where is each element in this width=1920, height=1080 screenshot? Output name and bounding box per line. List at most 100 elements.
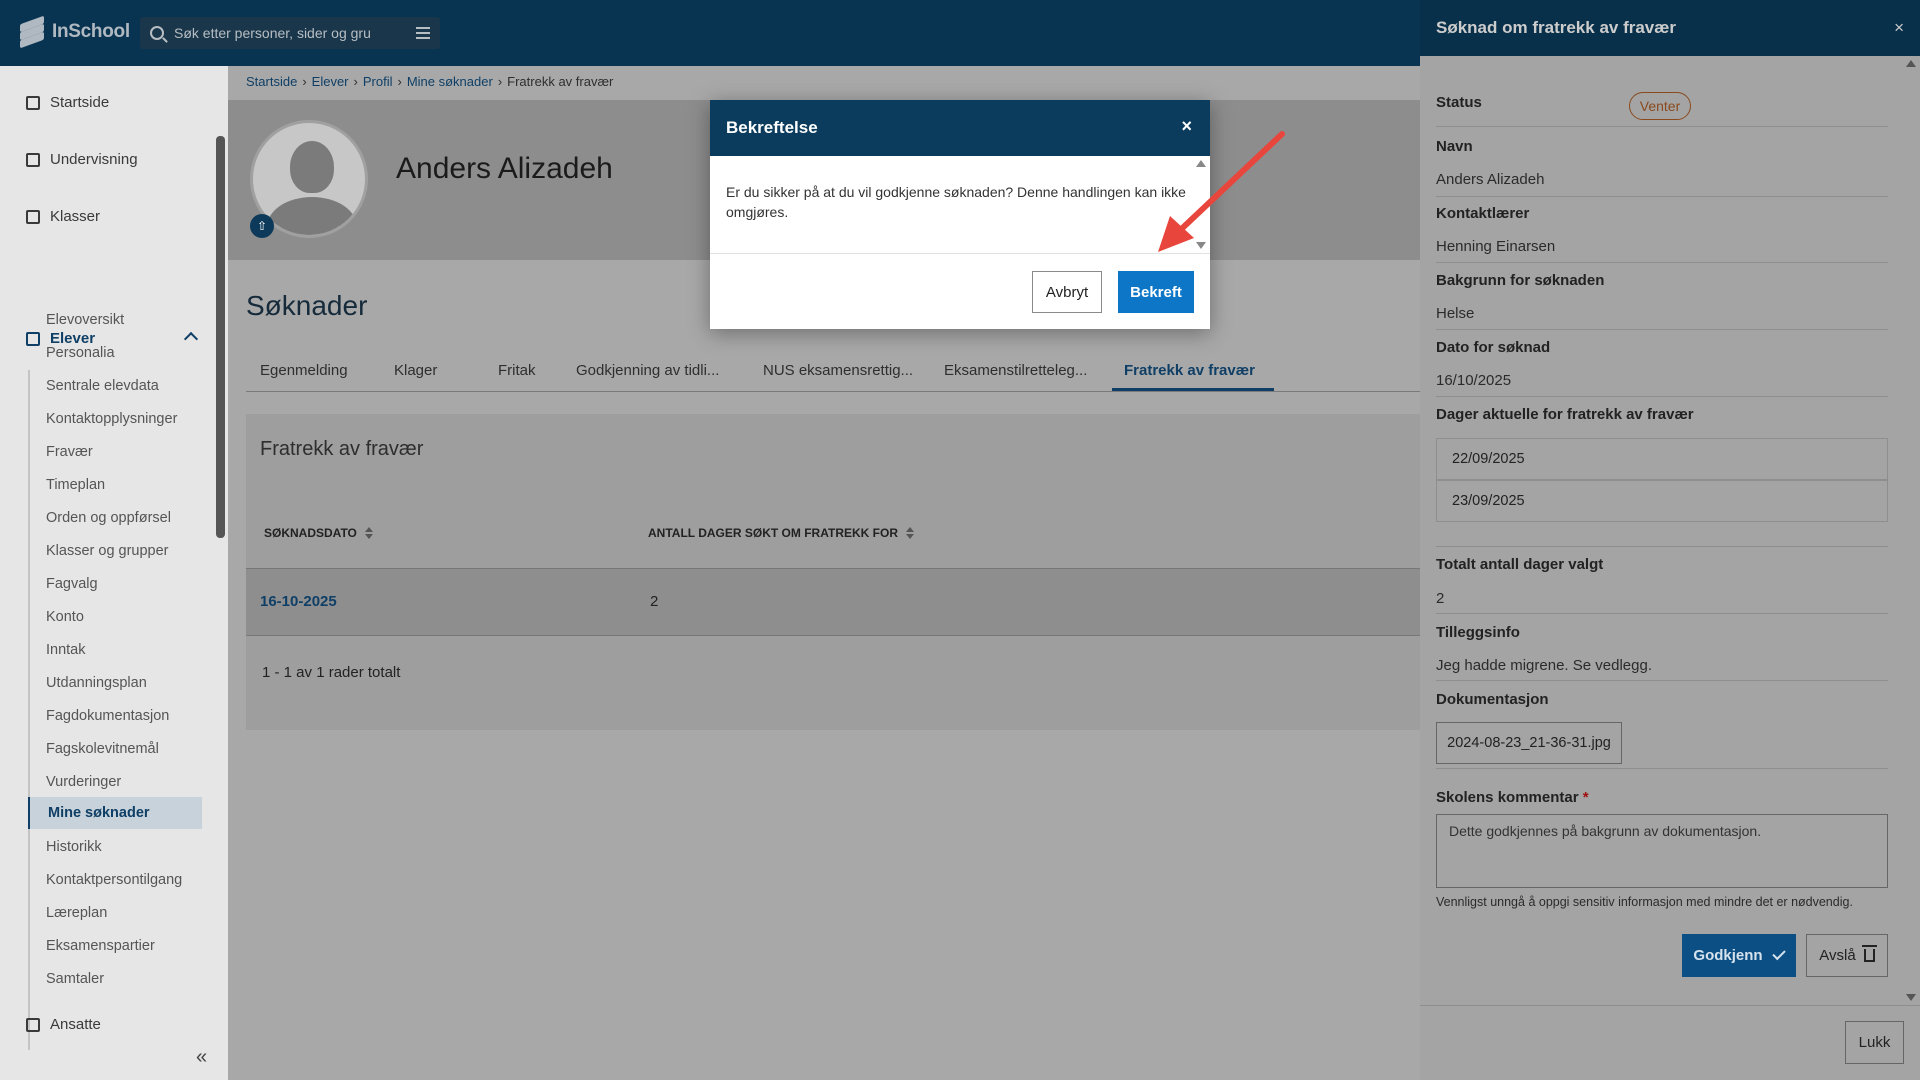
sidebar-subitem[interactable]: Eksamenspartier xyxy=(28,930,202,962)
approve-button[interactable]: Godkjenn xyxy=(1682,934,1796,977)
sidebar-subitem[interactable]: Samtaler xyxy=(28,963,202,995)
sidebar-subitem[interactable]: Timeplan xyxy=(28,469,202,501)
breadcrumb-link[interactable]: Mine søknader xyxy=(407,74,493,89)
comment-textarea[interactable]: Dette godkjennes på bakgrunn av dokument… xyxy=(1436,814,1888,888)
divider xyxy=(1436,396,1888,397)
sidebar-subitem[interactable]: Historikk xyxy=(28,831,202,863)
divider xyxy=(1436,680,1888,681)
sidebar-subitem[interactable]: Orden og oppførsel xyxy=(28,502,202,534)
sidebar-item-klasser[interactable]: Klasser xyxy=(26,208,100,225)
breadcrumb-link[interactable]: Startside xyxy=(246,74,297,89)
sidebar-subitem[interactable]: Inntak xyxy=(28,634,202,666)
divider xyxy=(1436,546,1888,547)
dialog-header: Bekreftelse × xyxy=(710,100,1210,156)
sidebar-subitem[interactable]: Elevoversikt xyxy=(28,304,202,336)
divider xyxy=(1436,262,1888,263)
sidebar-subitem[interactable]: Fravær xyxy=(28,436,202,468)
date-value: 16/10/2025 xyxy=(1436,372,1512,389)
divider xyxy=(1436,613,1888,614)
status-badge: Venter xyxy=(1629,92,1691,120)
days-label: Dager aktuelle for fratrekk av fravær xyxy=(1436,406,1694,423)
dialog-body: Er du sikker på at du vil godkjenne søkn… xyxy=(710,156,1210,254)
date-label: Dato for søknad xyxy=(1436,339,1551,356)
sidebar-subitem[interactable]: Utdanningsplan xyxy=(28,667,202,699)
student-name: Anders Alizadeh xyxy=(396,152,613,185)
flag-icon xyxy=(26,95,40,110)
day-entry: 22/09/2025 xyxy=(1436,438,1888,480)
reject-button[interactable]: Avslå xyxy=(1806,934,1888,977)
teacher-value: Henning Einarsen xyxy=(1436,238,1556,255)
sidebar-scrollbar[interactable] xyxy=(216,136,225,538)
close-button[interactable]: Lukk xyxy=(1845,1021,1904,1064)
tab-nus[interactable]: NUS eksamensrettig... xyxy=(763,362,913,379)
sidebar-group-label: Ansatte xyxy=(50,1016,101,1033)
dialog-message: Er du sikker på at du vil godkjenne søkn… xyxy=(726,184,1186,220)
tab-fritak[interactable]: Fritak xyxy=(498,362,536,379)
attachment-file-button[interactable]: 2024-08-23_21-36-31.jpg xyxy=(1436,722,1622,764)
breadcrumb-current: Fratrekk av fravær xyxy=(507,74,614,89)
sidebar-subitem[interactable]: Fagvalg xyxy=(28,568,202,600)
check-icon xyxy=(1771,946,1786,961)
status-label: Status xyxy=(1436,94,1482,111)
sidebar-subitem[interactable]: Personalia xyxy=(28,337,202,369)
annotation-arrow xyxy=(1158,131,1285,252)
sidebar-item-label: Startside xyxy=(50,94,110,111)
scroll-up-icon[interactable] xyxy=(1906,60,1916,67)
sidebar-item-startside[interactable]: Startside xyxy=(26,94,109,111)
comment-label: Skolens kommentar * xyxy=(1436,789,1589,806)
name-value: Anders Alizadeh xyxy=(1436,171,1545,188)
scroll-down-icon[interactable] xyxy=(1906,994,1916,1001)
tab-fratrekk[interactable]: Fratrekk av fravær xyxy=(1124,362,1255,379)
breadcrumb-link[interactable]: Elever xyxy=(312,74,349,89)
sidebar-item-label: Klasser xyxy=(50,208,101,225)
employee-icon xyxy=(26,1017,40,1032)
trash-icon xyxy=(1861,945,1877,962)
sidebar-subitem[interactable]: Læreplan xyxy=(28,897,202,929)
required-marker: * xyxy=(1582,789,1589,806)
reason-value: Helse xyxy=(1436,305,1475,322)
sidebar-subitem[interactable]: Fagdokumentasjon xyxy=(28,700,202,732)
sidebar-subitem[interactable]: Klasser og grupper xyxy=(28,535,202,567)
classroom-icon xyxy=(26,209,40,224)
sidebar-group-ansatte[interactable]: Ansatte xyxy=(26,1016,196,1033)
total-label: Totalt antall dager valgt xyxy=(1436,556,1604,573)
days-count: 2 xyxy=(650,593,659,610)
comment-hint: Vennligst unngå å oppgi sensitiv informa… xyxy=(1436,895,1853,909)
sidebar-subitem[interactable]: Konto xyxy=(28,601,202,633)
tab-klager[interactable]: Klager xyxy=(394,362,437,379)
sidebar-subitem[interactable]: Sentrale elevdata xyxy=(28,370,202,402)
breadcrumb: Startside › Elever › Profil › Mine søknader… xyxy=(246,74,614,89)
upload-icon[interactable]: ⇧ xyxy=(250,214,274,238)
confirm-button[interactable]: Bekreft xyxy=(1118,271,1194,313)
column-header-date[interactable]: SØKNADSDATO xyxy=(264,526,373,540)
column-header-days[interactable]: ANTALL DAGER SØKT OM FRATREKK FOR xyxy=(648,526,914,540)
sidebar-item-undervisning[interactable]: Undervisning xyxy=(26,151,138,168)
sidebar-subitem[interactable]: Fagskolevitnemål xyxy=(28,733,202,765)
divider xyxy=(1436,768,1888,769)
info-value: Jeg hadde migrene. Se vedlegg. xyxy=(1436,657,1652,674)
documentation-label: Dokumentasjon xyxy=(1436,691,1549,708)
reason-label: Bakgrunn for søknaden xyxy=(1436,272,1605,289)
book-icon xyxy=(26,152,40,167)
info-label: Tilleggsinfo xyxy=(1436,624,1520,641)
tab-eksamenstilrettelegging[interactable]: Eksamenstilretteleg... xyxy=(944,362,1087,379)
confirmation-dialog: Bekreftelse × Er du sikker på at du vil … xyxy=(710,100,1210,329)
teacher-label: Kontaktlærer xyxy=(1436,205,1530,222)
day-entry: 23/09/2025 xyxy=(1436,480,1888,522)
sidebar-subitem[interactable]: Kontaktopplysninger xyxy=(28,403,202,435)
breadcrumb-link[interactable]: Profil xyxy=(363,74,393,89)
tab-godkjenning[interactable]: Godkjenning av tidli... xyxy=(576,362,719,379)
sidebar-subitem[interactable]: Vurderinger xyxy=(28,766,202,798)
divider xyxy=(1436,126,1888,127)
tab-egenmelding[interactable]: Egenmelding xyxy=(260,362,348,379)
collapse-sidebar-icon[interactable]: « xyxy=(196,1046,207,1069)
page-title: Søknader xyxy=(246,290,368,321)
application-date-link[interactable]: 16-10-2025 xyxy=(260,593,337,610)
dialog-title: Bekreftelse xyxy=(726,118,818,137)
active-tab-indicator xyxy=(1112,388,1274,391)
sidebar-subitem-active[interactable]: Mine søknader xyxy=(28,797,202,829)
divider xyxy=(1436,329,1888,330)
sidebar-subitem[interactable]: Kontaktpersontilgang xyxy=(28,864,202,896)
total-value: 2 xyxy=(1436,590,1445,607)
cancel-button[interactable]: Avbryt xyxy=(1032,271,1102,313)
